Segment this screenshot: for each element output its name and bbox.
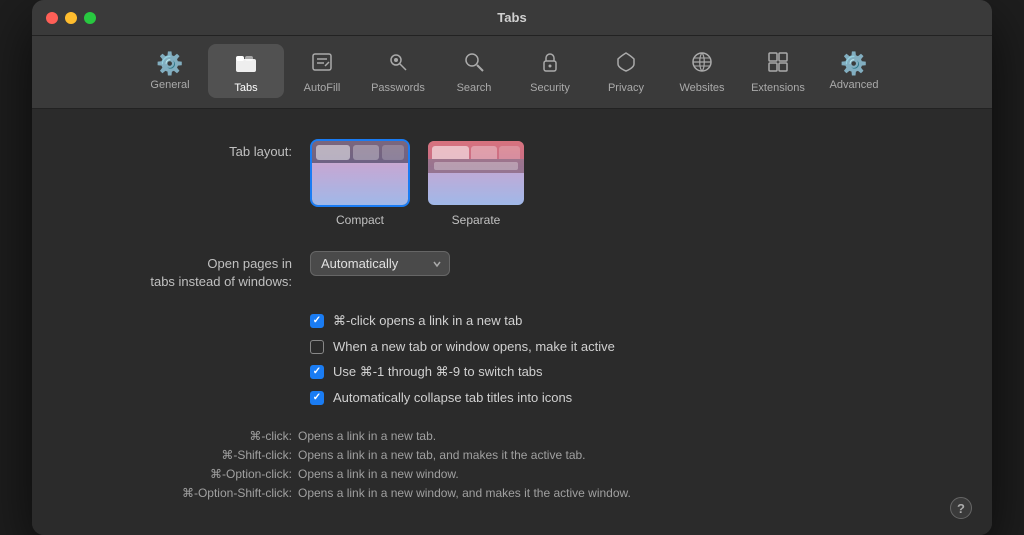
tab-websites[interactable]: Websites	[664, 44, 740, 98]
checkbox-row-2: Use ⌘-1 through ⌘-9 to switch tabs	[310, 364, 952, 380]
privacy-icon	[614, 50, 638, 78]
tab-search[interactable]: Search	[436, 44, 512, 98]
websites-icon	[690, 50, 714, 78]
checkbox-cmd-switch-label: Use ⌘-1 through ⌘-9 to switch tabs	[333, 364, 543, 380]
tabs-icon	[234, 50, 258, 78]
separate-tab-bar	[428, 141, 524, 159]
shortcut-row-2: ⌘-Option-click: Opens a link in a new wi…	[72, 467, 952, 481]
minimize-button[interactable]	[65, 12, 77, 24]
websites-label: Websites	[679, 82, 724, 94]
shortcut-desc-3: Opens a link in a new window, and makes …	[298, 486, 912, 500]
tab-layout-row: Tab layout:	[72, 139, 952, 227]
titlebar: Tabs	[32, 0, 992, 36]
passwords-icon	[386, 50, 410, 78]
checkbox-collapse-titles-label: Automatically collapse tab titles into i…	[333, 390, 572, 405]
search-label: Search	[457, 82, 492, 94]
security-icon	[538, 50, 562, 78]
separate-tab-3	[499, 146, 520, 159]
tab-security[interactable]: Security	[512, 44, 588, 98]
shortcut-key-1: ⌘-Shift-click:	[72, 448, 292, 462]
advanced-label: Advanced	[830, 79, 879, 91]
safari-preferences-window: Tabs ⚙️ General Tabs	[32, 0, 992, 535]
tab-autofill[interactable]: AutoFill	[284, 44, 360, 98]
shortcut-key-0: ⌘-click:	[72, 429, 292, 443]
maximize-button[interactable]	[84, 12, 96, 24]
shortcut-row-3: ⌘-Option-Shift-click: Opens a link in a …	[72, 486, 952, 500]
passwords-label: Passwords	[371, 82, 425, 94]
compact-option[interactable]: Compact	[310, 139, 410, 227]
tab-privacy[interactable]: Privacy	[588, 44, 664, 98]
checkbox-row-1: When a new tab or window opens, make it …	[310, 339, 952, 354]
shortcut-row-0: ⌘-click: Opens a link in a new tab.	[72, 429, 952, 443]
compact-toolbar	[312, 141, 408, 163]
extensions-icon	[766, 50, 790, 78]
traffic-lights	[46, 12, 96, 24]
tabs-label: Tabs	[234, 82, 257, 94]
general-icon: ⚙️	[156, 53, 183, 75]
checkbox-cmd-click-label: ⌘-click opens a link in a new tab	[333, 313, 522, 329]
extensions-label: Extensions	[751, 82, 805, 94]
tab-passwords[interactable]: Passwords	[360, 44, 436, 98]
separate-option[interactable]: Separate	[426, 139, 526, 227]
checkbox-new-tab-active-label: When a new tab or window opens, make it …	[333, 339, 615, 354]
security-label: Security	[530, 82, 570, 94]
tab-layout-options: Compact	[310, 139, 952, 227]
separate-tab-2	[471, 146, 497, 159]
autofill-label: AutoFill	[304, 82, 341, 94]
window-title: Tabs	[497, 10, 526, 25]
separate-label: Separate	[452, 213, 501, 227]
checkbox-cmd-click[interactable]	[310, 314, 324, 328]
checkbox-new-tab-active[interactable]	[310, 340, 324, 354]
compact-preview	[310, 139, 410, 207]
separate-preview	[426, 139, 526, 207]
open-pages-row: Open pages intabs instead of windows: Au…	[72, 249, 952, 291]
help-button[interactable]: ?	[950, 497, 972, 519]
separate-tab-1	[432, 146, 469, 159]
shortcuts-section: ⌘-click: Opens a link in a new tab. ⌘-Sh…	[72, 429, 952, 500]
compact-tab-2	[353, 145, 379, 160]
open-pages-control: Automatically Always Never	[310, 249, 952, 276]
content-area: Tab layout:	[32, 109, 992, 535]
checkbox-row-3: Automatically collapse tab titles into i…	[310, 390, 952, 405]
checkboxes-section: ⌘-click opens a link in a new tab When a…	[72, 313, 952, 405]
separate-inner	[428, 141, 524, 205]
shortcut-key-2: ⌘-Option-click:	[72, 467, 292, 481]
checkbox-cmd-switch[interactable]	[310, 365, 324, 379]
compact-inner	[312, 141, 408, 205]
separate-addr-bar	[428, 159, 524, 173]
tab-layout-label: Tab layout:	[72, 139, 292, 161]
checkbox-collapse-titles[interactable]	[310, 391, 324, 405]
shortcut-desc-1: Opens a link in a new tab, and makes it …	[298, 448, 912, 462]
search-icon	[462, 50, 486, 78]
tab-advanced[interactable]: ⚙️ Advanced	[816, 44, 892, 98]
compact-tab-3	[382, 145, 404, 160]
privacy-label: Privacy	[608, 82, 644, 94]
tab-tabs[interactable]: Tabs	[208, 44, 284, 98]
open-pages-dropdown[interactable]: Automatically Always Never	[310, 251, 450, 276]
shortcut-desc-0: Opens a link in a new tab.	[298, 429, 912, 443]
compact-label: Compact	[336, 213, 384, 227]
tab-general[interactable]: ⚙️ General	[132, 44, 208, 98]
general-label: General	[150, 79, 189, 91]
tab-extensions[interactable]: Extensions	[740, 44, 816, 98]
open-pages-label: Open pages intabs instead of windows:	[72, 249, 292, 291]
shortcut-desc-2: Opens a link in a new window.	[298, 467, 912, 481]
close-button[interactable]	[46, 12, 58, 24]
shortcut-row-1: ⌘-Shift-click: Opens a link in a new tab…	[72, 448, 952, 462]
tab-layout-control: Compact	[310, 139, 952, 227]
shortcut-key-3: ⌘-Option-Shift-click:	[72, 486, 292, 500]
advanced-icon: ⚙️	[840, 53, 867, 75]
autofill-icon	[310, 50, 334, 78]
toolbar: ⚙️ General Tabs AutoF	[32, 36, 992, 109]
compact-tab-1	[316, 145, 350, 160]
checkbox-row-0: ⌘-click opens a link in a new tab	[310, 313, 952, 329]
addr-field	[434, 162, 518, 170]
